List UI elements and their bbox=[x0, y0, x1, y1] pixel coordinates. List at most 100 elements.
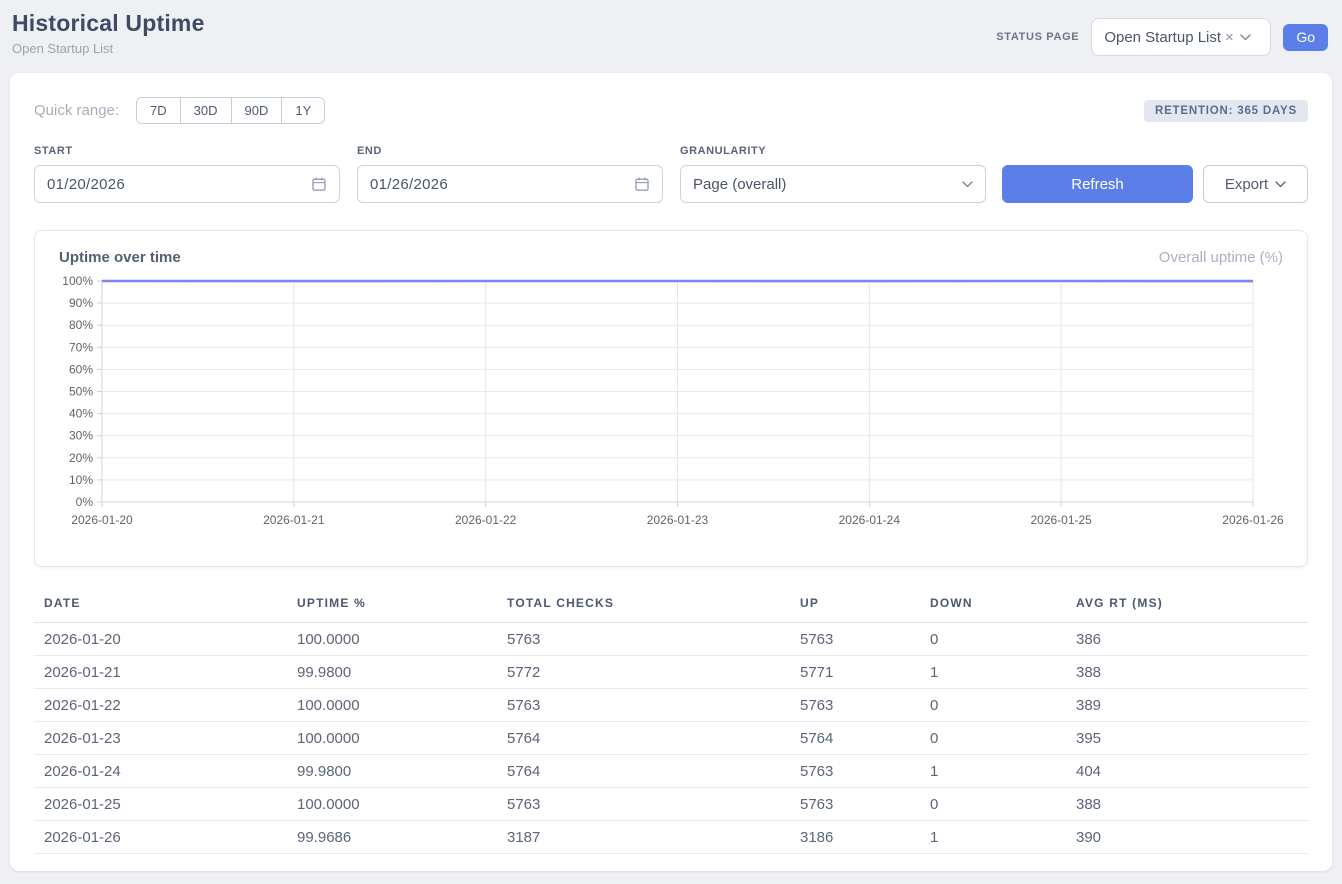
table-column-header: DATE bbox=[34, 590, 287, 623]
granularity-select-value: Page (overall) bbox=[693, 176, 786, 193]
title-block: Historical Uptime Open Startup List bbox=[12, 10, 205, 56]
status-page-select[interactable]: Open Startup List × bbox=[1091, 18, 1271, 56]
table-cell: 99.9800 bbox=[287, 755, 497, 788]
table-column-header: UP bbox=[790, 590, 920, 623]
start-date-input[interactable] bbox=[47, 176, 311, 193]
table-cell: 2026-01-21 bbox=[34, 656, 287, 689]
svg-text:0%: 0% bbox=[76, 495, 94, 509]
svg-text:80%: 80% bbox=[69, 318, 93, 332]
granularity-label: GRANULARITY bbox=[680, 145, 986, 157]
table-cell: 0 bbox=[920, 689, 1066, 722]
quick-range-7d-button[interactable]: 7D bbox=[137, 98, 180, 123]
svg-text:2026-01-20: 2026-01-20 bbox=[71, 513, 133, 527]
table-row: 2026-01-20100.0000576357630386 bbox=[34, 623, 1308, 656]
uptime-table-body: 2026-01-20100.00005763576303862026-01-21… bbox=[34, 623, 1308, 854]
table-cell: 5763 bbox=[497, 623, 790, 656]
chart-header: Uptime over time Overall uptime (%) bbox=[59, 249, 1283, 266]
granularity-select[interactable]: Page (overall) bbox=[680, 165, 986, 203]
granularity-field: GRANULARITY Page (overall) bbox=[680, 145, 986, 203]
main-card: Quick range: 7D30D90D1Y RETENTION: 365 D… bbox=[10, 73, 1332, 871]
svg-text:60%: 60% bbox=[69, 362, 93, 376]
table-cell: 0 bbox=[920, 623, 1066, 656]
retention-badge: RETENTION: 365 DAYS bbox=[1144, 100, 1308, 122]
svg-text:2026-01-24: 2026-01-24 bbox=[839, 513, 901, 527]
x-icon[interactable]: × bbox=[1225, 29, 1234, 46]
export-button[interactable]: Export bbox=[1203, 165, 1308, 203]
table-row: 2026-01-2699.9686318731861390 bbox=[34, 821, 1308, 854]
svg-text:50%: 50% bbox=[69, 385, 93, 399]
table-row: 2026-01-23100.0000576457640395 bbox=[34, 722, 1308, 755]
table-cell: 99.9800 bbox=[287, 656, 497, 689]
quick-range-90d-button[interactable]: 90D bbox=[231, 98, 282, 123]
calendar-icon[interactable] bbox=[634, 176, 650, 192]
status-page-label: STATUS PAGE bbox=[996, 31, 1079, 43]
table-cell: 5772 bbox=[497, 656, 790, 689]
quick-range-group: 7D30D90D1Y bbox=[136, 97, 325, 124]
quick-range-label: Quick range: bbox=[34, 102, 119, 119]
start-date-field: START bbox=[34, 145, 340, 203]
table-cell: 2026-01-26 bbox=[34, 821, 287, 854]
chevron-down-icon bbox=[962, 181, 973, 188]
table-column-header: AVG RT (MS) bbox=[1066, 590, 1308, 623]
start-label: START bbox=[34, 145, 340, 157]
page-subtitle: Open Startup List bbox=[12, 41, 205, 56]
svg-text:30%: 30% bbox=[69, 429, 93, 443]
page-header: Historical Uptime Open Startup List STAT… bbox=[0, 0, 1342, 66]
uptime-table: DATEUPTIME %TOTAL CHECKSUPDOWNAVG RT (MS… bbox=[34, 590, 1308, 854]
table-cell: 5771 bbox=[790, 656, 920, 689]
table-cell: 100.0000 bbox=[287, 788, 497, 821]
quick-range-30d-button[interactable]: 30D bbox=[180, 98, 231, 123]
svg-text:40%: 40% bbox=[69, 407, 93, 421]
table-cell: 100.0000 bbox=[287, 722, 497, 755]
export-button-label: Export bbox=[1225, 176, 1268, 193]
table-cell: 389 bbox=[1066, 689, 1308, 722]
svg-text:2026-01-26: 2026-01-26 bbox=[1222, 513, 1284, 527]
table-cell: 0 bbox=[920, 788, 1066, 821]
quick-range-1y-button[interactable]: 1Y bbox=[281, 98, 324, 123]
table-column-header: TOTAL CHECKS bbox=[497, 590, 790, 623]
uptime-chart-card: Uptime over time Overall uptime (%) 2026… bbox=[34, 230, 1308, 567]
table-cell: 404 bbox=[1066, 755, 1308, 788]
svg-text:100%: 100% bbox=[62, 274, 93, 288]
end-label: END bbox=[357, 145, 663, 157]
table-header-row: DATEUPTIME %TOTAL CHECKSUPDOWNAVG RT (MS… bbox=[34, 590, 1308, 623]
table-cell: 3187 bbox=[497, 821, 790, 854]
table-cell: 5763 bbox=[790, 755, 920, 788]
table-cell: 390 bbox=[1066, 821, 1308, 854]
calendar-icon[interactable] bbox=[311, 176, 327, 192]
svg-text:10%: 10% bbox=[69, 473, 93, 487]
table-column-header: DOWN bbox=[920, 590, 1066, 623]
table-cell: 1 bbox=[920, 821, 1066, 854]
end-date-input[interactable] bbox=[370, 176, 634, 193]
uptime-table-head: DATEUPTIME %TOTAL CHECKSUPDOWNAVG RT (MS… bbox=[34, 590, 1308, 623]
table-cell: 100.0000 bbox=[287, 623, 497, 656]
table-cell: 100.0000 bbox=[287, 689, 497, 722]
table-cell: 386 bbox=[1066, 623, 1308, 656]
status-page-select-value: Open Startup List bbox=[1104, 29, 1221, 46]
page-title: Historical Uptime bbox=[12, 10, 205, 37]
chart-legend: Overall uptime (%) bbox=[1159, 249, 1283, 266]
chart-plot-area: 2026-01-202026-01-212026-01-222026-01-23… bbox=[59, 269, 1283, 540]
start-date-input-box bbox=[34, 165, 340, 203]
table-cell: 2026-01-24 bbox=[34, 755, 287, 788]
filters-row: START END bbox=[34, 145, 1308, 203]
table-cell: 5763 bbox=[790, 788, 920, 821]
table-cell: 5763 bbox=[790, 623, 920, 656]
quick-range-row: Quick range: 7D30D90D1Y RETENTION: 365 D… bbox=[34, 97, 1308, 124]
table-cell: 2026-01-22 bbox=[34, 689, 287, 722]
table-cell: 5764 bbox=[790, 722, 920, 755]
table-column-header: UPTIME % bbox=[287, 590, 497, 623]
end-date-field: END bbox=[357, 145, 663, 203]
table-cell: 388 bbox=[1066, 656, 1308, 689]
table-cell: 2026-01-25 bbox=[34, 788, 287, 821]
refresh-button[interactable]: Refresh bbox=[1002, 165, 1193, 203]
chevron-down-icon bbox=[1240, 34, 1251, 41]
go-button[interactable]: Go bbox=[1283, 24, 1328, 51]
table-row: 2026-01-25100.0000576357630388 bbox=[34, 788, 1308, 821]
status-page-controls: STATUS PAGE Open Startup List × Go bbox=[996, 18, 1328, 56]
table-cell: 1 bbox=[920, 755, 1066, 788]
table-cell: 99.9686 bbox=[287, 821, 497, 854]
svg-text:90%: 90% bbox=[69, 296, 93, 310]
svg-text:2026-01-25: 2026-01-25 bbox=[1030, 513, 1092, 527]
table-cell: 3186 bbox=[790, 821, 920, 854]
